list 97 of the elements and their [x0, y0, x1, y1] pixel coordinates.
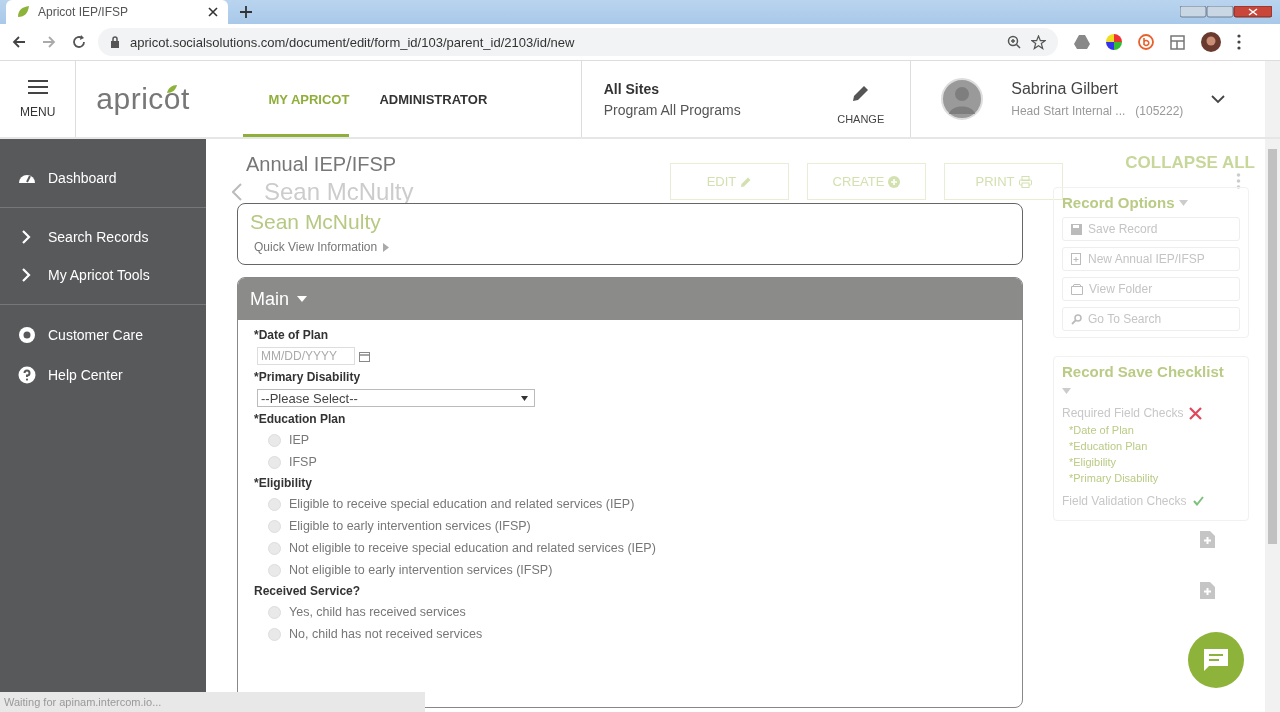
- tab-title: Apricot IEP/IFSP: [38, 5, 129, 19]
- change-button[interactable]: CHANGE: [831, 72, 891, 126]
- status-bar: Waiting for apinam.intercom.io...: [0, 692, 425, 712]
- b-circle-icon[interactable]: [1138, 34, 1154, 50]
- calendar-icon[interactable]: [359, 350, 370, 362]
- star-icon[interactable]: [1031, 34, 1046, 50]
- chevron-down-icon[interactable]: [1211, 94, 1226, 104]
- color-wheel-icon[interactable]: [1106, 34, 1122, 50]
- option-label: Yes, child has received services: [289, 605, 466, 619]
- sidebar-item[interactable]: Help Center: [0, 355, 206, 395]
- missing-field-link[interactable]: *Date of Plan: [1062, 424, 1240, 436]
- option-label: No, child has not received services: [289, 627, 483, 641]
- caret-down-icon[interactable]: [1178, 199, 1188, 206]
- back-chevron-icon[interactable]: [232, 183, 242, 201]
- menu-icon: [27, 79, 48, 95]
- window-controls-icon[interactable]: [1180, 6, 1272, 18]
- panel-title: Record Save Checklist: [1062, 363, 1225, 380]
- leaf-icon: [16, 5, 30, 19]
- record-option-button[interactable]: Save Record: [1062, 217, 1240, 241]
- caret-down-icon: [521, 395, 528, 401]
- folder-icon: [1071, 283, 1083, 295]
- chat-icon: [1203, 648, 1229, 672]
- logo[interactable]: apricot: [96, 82, 190, 116]
- option-label: Eligible to early intervention services (IFSP): [289, 519, 531, 533]
- leaf-icon: [167, 85, 178, 93]
- missing-field-link[interactable]: *Eligibility: [1062, 456, 1240, 468]
- dropdown-field[interactable]: --Please Select--: [257, 389, 535, 407]
- form-title: Annual IEP/IFSP: [246, 153, 398, 176]
- check-section-label: Field Validation Checks: [1062, 494, 1187, 508]
- field-label: Received Service?: [254, 584, 362, 598]
- radio-button[interactable]: [268, 519, 281, 533]
- browser-tab[interactable]: Apricot IEP/IFSP: [6, 0, 228, 24]
- check-section-label: Required Field Checks: [1062, 406, 1184, 420]
- caret-down-icon: [297, 296, 307, 302]
- pencil-icon: [740, 175, 753, 188]
- organization-name: Head Start Internal ...: [1011, 104, 1126, 118]
- add-document-icon[interactable]: [1200, 582, 1215, 599]
- radio-button[interactable]: [268, 541, 281, 555]
- sidebar-item[interactable]: My Apricot Tools: [0, 256, 206, 294]
- new-tab-icon[interactable]: [240, 6, 252, 18]
- site-title: All Sites: [603, 80, 660, 97]
- section-header[interactable]: Main: [238, 278, 1022, 320]
- more-icon[interactable]: [1237, 34, 1241, 50]
- option-label: Eligible to receive special education and related services (IEP): [289, 497, 635, 511]
- sidebar-item[interactable]: Search Records: [0, 218, 206, 256]
- save-icon: [1071, 223, 1082, 235]
- radio-button[interactable]: [268, 627, 281, 641]
- client-name: Sean McNulty: [250, 210, 382, 234]
- avatar-icon: [941, 78, 984, 120]
- radio-button[interactable]: [268, 433, 281, 447]
- help-icon: [18, 366, 36, 384]
- drive-icon[interactable]: [1074, 35, 1090, 49]
- user-name: Sabrina Gilbert: [1011, 80, 1119, 98]
- search-icon: [1071, 313, 1082, 325]
- back-icon[interactable]: [12, 35, 26, 49]
- close-icon[interactable]: [208, 7, 218, 17]
- record-option-button[interactable]: New Annual IEP/IFSP: [1062, 247, 1240, 271]
- sidebar-item[interactable]: Dashboard: [0, 159, 206, 197]
- missing-field-link[interactable]: *Primary Disability: [1062, 472, 1240, 484]
- missing-field-link[interactable]: *Education Plan: [1062, 440, 1240, 452]
- chat-button[interactable]: [1188, 632, 1244, 688]
- option-label: Not eligible to receive special education and related services (IEP): [289, 541, 656, 555]
- field-label: *Education Plan: [254, 412, 347, 426]
- scrollbar[interactable]: [1265, 139, 1280, 712]
- radio-button[interactable]: [268, 455, 281, 469]
- zoom-icon[interactable]: [1007, 35, 1021, 49]
- add-document-icon[interactable]: [1200, 531, 1215, 548]
- record-option-button[interactable]: Go To Search: [1062, 307, 1240, 331]
- field-label: *Date of Plan: [254, 328, 329, 342]
- field-label: *Primary Disability: [254, 370, 362, 384]
- radio-button[interactable]: [268, 497, 281, 511]
- date-field[interactable]: MM/DD/YYYY: [257, 347, 355, 365]
- program-name: Program All Programs: [603, 101, 742, 118]
- address-field[interactable]: apricot.socialsolutions.com/document/edit/form_id/103/parent_id/2103/id/new: [98, 28, 1058, 56]
- option-label: Not eligible to early intervention services (IFSP): [289, 563, 553, 577]
- option-label: IEP: [289, 433, 310, 447]
- plus-circle-icon: [888, 175, 901, 188]
- sidebar-item[interactable]: Customer Care: [0, 315, 206, 355]
- lock-icon: [110, 36, 120, 48]
- caret-right-icon: [383, 242, 390, 252]
- printer-icon: [1018, 175, 1032, 188]
- record-option-button[interactable]: View Folder: [1062, 277, 1240, 301]
- user-id: (105222): [1135, 104, 1184, 118]
- panel-title: Record Options: [1062, 194, 1175, 211]
- quick-view-link[interactable]: Quick View Information: [250, 240, 1010, 254]
- radio-button[interactable]: [268, 563, 281, 577]
- layout-icon[interactable]: [1170, 34, 1185, 50]
- radio-button[interactable]: [268, 605, 281, 619]
- field-label: *Eligibility: [254, 476, 313, 490]
- caret-down-icon[interactable]: [1062, 388, 1071, 394]
- nav-tab[interactable]: MY APRICOT: [242, 61, 350, 137]
- option-label: IFSP: [289, 455, 317, 469]
- new-document-icon: [1071, 253, 1082, 265]
- forward-icon[interactable]: [42, 35, 56, 49]
- reload-icon[interactable]: [72, 35, 86, 49]
- avatar-icon[interactable]: [1201, 32, 1221, 52]
- nav-tab[interactable]: ADMINISTRATOR: [377, 61, 490, 137]
